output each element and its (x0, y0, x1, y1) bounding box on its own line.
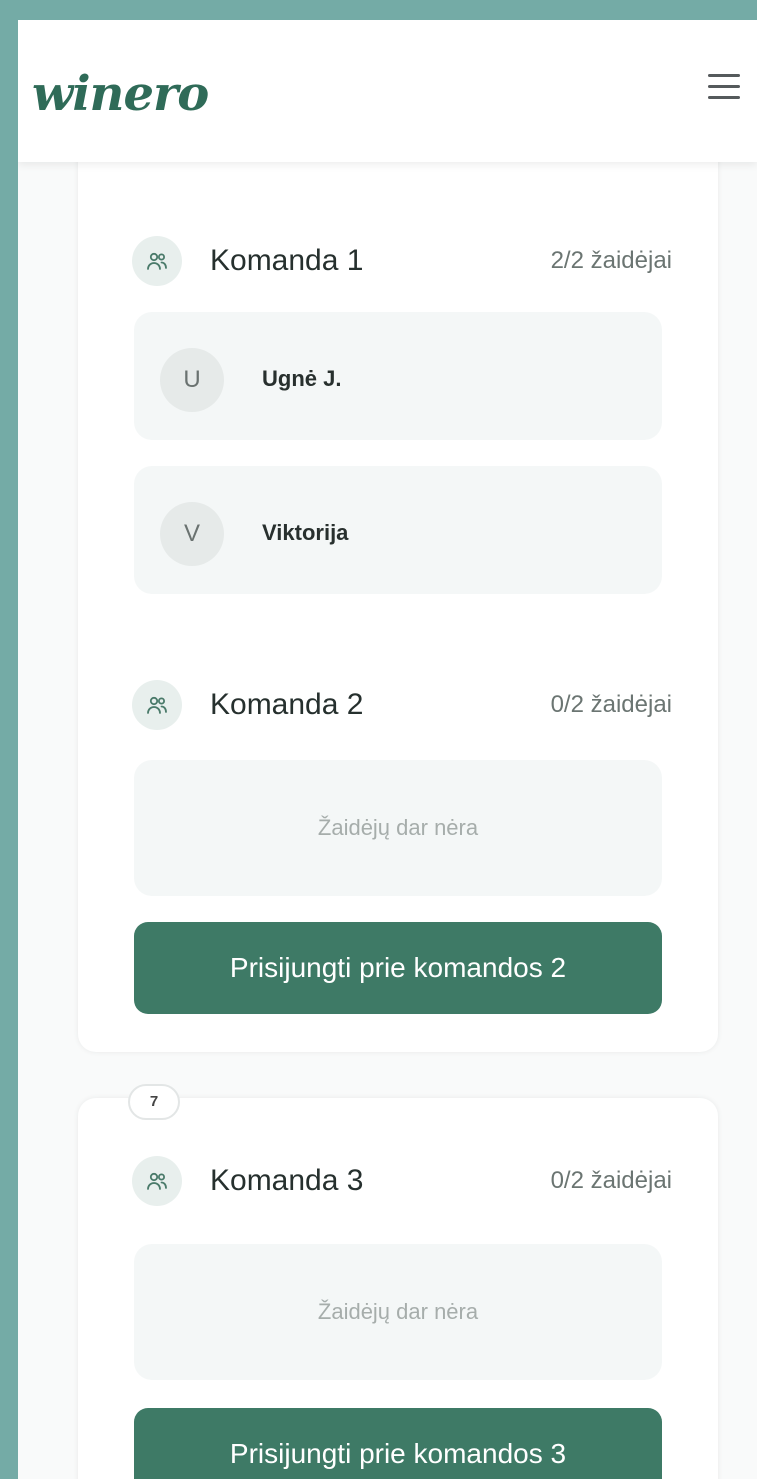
app-screen: winero Komanda 1 2/2 žaidėjai U Ugnė J. … (18, 20, 757, 1479)
users-icon (132, 1156, 182, 1206)
empty-team-message: Žaidėjų dar nėra (134, 1244, 662, 1380)
player-name: Ugnė J. (262, 366, 342, 391)
team-name: Komanda 2 (210, 688, 364, 721)
top-header: winero (18, 20, 757, 162)
table-card: 7 Komanda 3 0/2 žaidėjai Žaidėjų dar nėr… (78, 1084, 718, 1479)
winero-logo[interactable]: winero (32, 66, 209, 122)
avatar: V (160, 502, 224, 566)
team-header: Komanda 2 0/2 žaidėjai (132, 680, 672, 736)
table-card: Komanda 1 2/2 žaidėjai U Ugnė J. V Vikto… (78, 118, 718, 1052)
player-item: U Ugnė J. (134, 312, 662, 440)
player-name: Viktorija (262, 520, 349, 545)
team-player-count: 0/2 žaidėjai (550, 1167, 672, 1194)
hamburger-menu-icon[interactable] (708, 74, 740, 100)
player-item: V Viktorija (134, 466, 662, 594)
users-icon (132, 680, 182, 730)
team-header: Komanda 3 0/2 žaidėjai (132, 1156, 672, 1212)
team-header: Komanda 1 2/2 žaidėjai (132, 236, 672, 292)
join-team-3-button[interactable]: Prisijungti prie komandos 3 (134, 1408, 662, 1479)
team-player-count: 2/2 žaidėjai (550, 247, 672, 274)
table-number-badge: 7 (128, 1084, 180, 1120)
avatar: U (160, 348, 224, 412)
team-name: Komanda 3 (210, 1164, 364, 1197)
empty-team-message: Žaidėjų dar nėra (134, 760, 662, 896)
team-name: Komanda 1 (210, 244, 364, 277)
join-team-2-button[interactable]: Prisijungti prie komandos 2 (134, 922, 662, 1014)
users-icon (132, 236, 182, 286)
team-player-count: 0/2 žaidėjai (550, 691, 672, 718)
